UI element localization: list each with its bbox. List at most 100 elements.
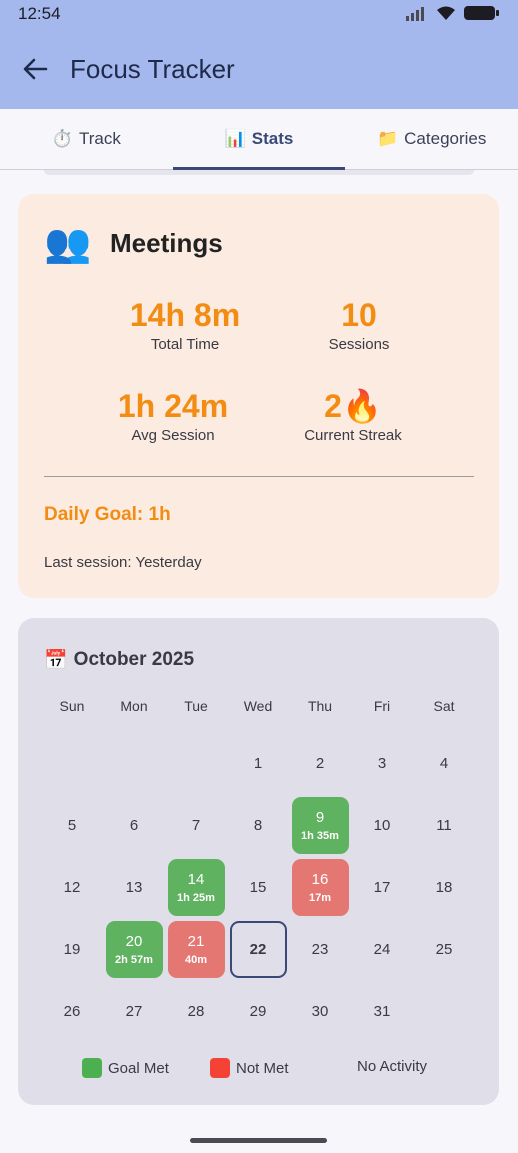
day-number: 10 bbox=[373, 816, 391, 834]
streak-label: Current Streak bbox=[304, 427, 402, 444]
calendar-day-14[interactable]: 14 1h 25m bbox=[167, 858, 225, 916]
daily-goal: Daily Goal: 1h bbox=[44, 504, 171, 525]
calendar-day-6[interactable]: 6 bbox=[106, 797, 163, 854]
app-bar: Focus Tracker bbox=[0, 28, 518, 109]
calendar-day-today[interactable]: 22 bbox=[229, 920, 287, 978]
day-number: 14 bbox=[187, 870, 205, 888]
avg-session-value: 1h 24m bbox=[117, 388, 229, 424]
previous-card-edge bbox=[44, 170, 474, 175]
category-name: Meetings bbox=[110, 228, 223, 258]
sessions-stat: 10 Sessions bbox=[274, 296, 444, 353]
calendar-day-28[interactable]: 28 bbox=[168, 983, 225, 1040]
avg-session-stat: 1h 24m Avg Session bbox=[88, 387, 258, 444]
day-number: 16 bbox=[311, 870, 329, 888]
calendar-day-4[interactable]: 4 bbox=[416, 735, 473, 792]
weekday-thu: Thu bbox=[307, 698, 333, 714]
calendar-day-23[interactable]: 23 bbox=[292, 921, 349, 978]
day-duration: 2h 57m bbox=[115, 953, 153, 966]
people-icon: 👥 bbox=[44, 223, 92, 265]
sessions-label: Sessions bbox=[328, 336, 390, 353]
total-time-label: Total Time bbox=[150, 336, 220, 353]
not-met-swatch bbox=[210, 1058, 230, 1078]
tab-track-label: Track bbox=[78, 129, 121, 148]
day-number: 29 bbox=[249, 1002, 267, 1020]
total-time-value: 14h 8m bbox=[129, 297, 241, 333]
calendar-day-1[interactable]: 1 bbox=[230, 735, 287, 792]
battery-icon bbox=[464, 6, 499, 20]
back-arrow-icon[interactable] bbox=[20, 54, 50, 84]
calendar-day-17[interactable]: 17 bbox=[354, 859, 411, 916]
day-number: 2 bbox=[315, 754, 325, 772]
day-number: 15 bbox=[249, 878, 267, 896]
last-session: Last session: Yesterday bbox=[44, 554, 202, 571]
weekday-mon: Mon bbox=[120, 698, 148, 714]
calendar-day-9[interactable]: 9 1h 35m bbox=[291, 796, 349, 854]
weekday-sat: Sat bbox=[433, 698, 455, 714]
legend-not-met-label: Not Met bbox=[236, 1059, 289, 1077]
day-number: 27 bbox=[125, 1002, 143, 1020]
calendar-card: 📅 October 2025 Sun Mon Tue Wed Thu Fri Sat 123… bbox=[18, 618, 499, 1105]
avg-session-label: Avg Session bbox=[131, 427, 215, 444]
signal-icon bbox=[406, 7, 424, 21]
calendar-icon: 📅 bbox=[44, 650, 68, 671]
calendar-day-29[interactable]: 29 bbox=[230, 983, 287, 1040]
calendar-day-21[interactable]: 21 40m bbox=[167, 920, 225, 978]
tab-categories[interactable]: 📁 Categories bbox=[345, 109, 518, 169]
sessions-value: 10 bbox=[341, 297, 377, 333]
day-number: 28 bbox=[187, 1002, 205, 1020]
calendar-day-19[interactable]: 19 bbox=[44, 921, 101, 978]
calendar-day-15[interactable]: 15 bbox=[230, 859, 287, 916]
calendar-day-3[interactable]: 3 bbox=[354, 735, 411, 792]
day-number: 3 bbox=[377, 754, 387, 772]
calendar-day-25[interactable]: 25 bbox=[416, 921, 473, 978]
calendar-day-24[interactable]: 24 bbox=[354, 921, 411, 978]
calendar-day-31[interactable]: 31 bbox=[354, 983, 411, 1040]
day-number: 22 bbox=[249, 940, 267, 958]
day-number: 21 bbox=[187, 932, 205, 950]
weekday-sun: Sun bbox=[59, 698, 85, 714]
calendar-day-20[interactable]: 20 2h 57m bbox=[105, 920, 163, 978]
calendar-day-5[interactable]: 5 bbox=[44, 797, 101, 854]
calendar-day-13[interactable]: 13 bbox=[106, 859, 163, 916]
day-number: 24 bbox=[373, 940, 391, 958]
day-number: 11 bbox=[436, 816, 452, 834]
day-number: 12 bbox=[63, 878, 81, 896]
day-number: 4 bbox=[439, 754, 449, 772]
day-number: 1 bbox=[253, 754, 263, 772]
calendar-day-11[interactable]: 11 bbox=[416, 797, 473, 854]
calendar-day-12[interactable]: 12 bbox=[44, 859, 101, 916]
calendar-day-30[interactable]: 30 bbox=[292, 983, 349, 1040]
calendar-day-2[interactable]: 2 bbox=[292, 735, 349, 792]
weekday-wed: Wed bbox=[243, 698, 273, 714]
legend-no-activity: No Activity bbox=[357, 1058, 427, 1075]
legend-goal-met-label: Goal Met bbox=[108, 1059, 169, 1077]
tab-track[interactable]: ⏱️ Track bbox=[0, 109, 173, 169]
calendar-day-10[interactable]: 10 bbox=[354, 797, 411, 854]
calendar-day-18[interactable]: 18 bbox=[416, 859, 473, 916]
legend-goal-met: Goal Met bbox=[82, 1058, 169, 1078]
calendar-day-16[interactable]: 16 17m bbox=[291, 858, 349, 916]
calendar-day-26[interactable]: 26 bbox=[44, 983, 101, 1040]
day-number: 31 bbox=[373, 1002, 391, 1020]
day-number: 5 bbox=[67, 816, 77, 834]
calendar-month-title: October 2025 bbox=[73, 649, 195, 670]
home-indicator[interactable] bbox=[190, 1138, 327, 1143]
goal-met-swatch bbox=[82, 1058, 102, 1078]
day-number: 6 bbox=[129, 816, 139, 834]
day-number: 23 bbox=[311, 940, 329, 958]
tab-stats[interactable]: 📊 Stats bbox=[172, 109, 346, 170]
day-duration: 40m bbox=[184, 953, 208, 966]
calendar-day-7[interactable]: 7 bbox=[168, 797, 225, 854]
divider bbox=[44, 476, 474, 477]
day-duration: 1h 25m bbox=[177, 891, 215, 904]
day-number: 9 bbox=[315, 808, 325, 826]
tab-bar: ⏱️ Track 📊 Stats 📁 Categories bbox=[0, 109, 518, 170]
weekday-tue: Tue bbox=[184, 698, 208, 714]
calendar-day-8[interactable]: 8 bbox=[230, 797, 287, 854]
bar-chart-icon: 📊 bbox=[224, 129, 246, 148]
calendar-day-27[interactable]: 27 bbox=[106, 983, 163, 1040]
day-number: 20 bbox=[125, 932, 143, 950]
day-number: 13 bbox=[125, 878, 143, 896]
streak-stat: 2🔥 Current Streak bbox=[268, 387, 438, 444]
day-number: 26 bbox=[63, 1002, 81, 1020]
